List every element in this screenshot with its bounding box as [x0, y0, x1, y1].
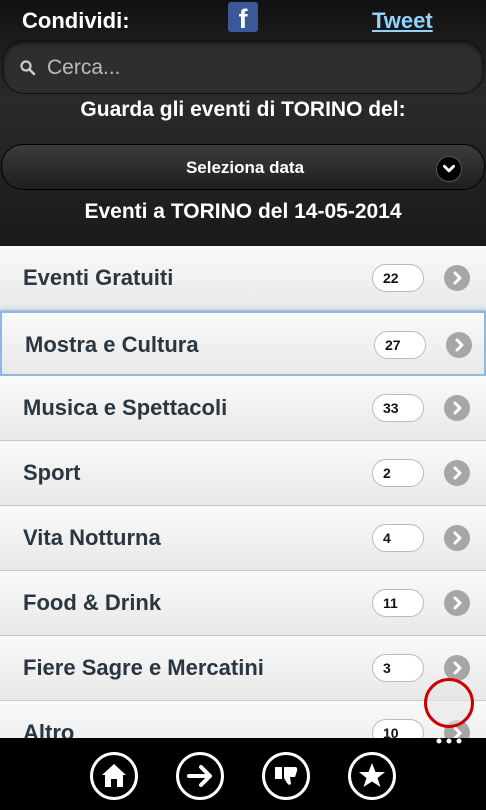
item-count: 4 [372, 524, 424, 552]
chevron-down-icon [436, 156, 462, 182]
item-count: 10 [372, 719, 424, 738]
list-item-musica-e-spettacoli[interactable]: Musica e Spettacoli 33 [0, 376, 486, 441]
facebook-icon[interactable]: f [228, 2, 258, 32]
guide-label: Guarda gli eventi di TORINO del: [80, 98, 406, 121]
forward-button[interactable] [176, 752, 224, 800]
search-input[interactable] [47, 53, 467, 83]
item-label: Food & Drink [23, 590, 162, 615]
chevron-right-icon [444, 590, 470, 616]
favorites-button[interactable] [348, 752, 396, 800]
chevron-right-icon [444, 460, 470, 486]
item-count: 3 [372, 654, 424, 682]
home-button[interactable] [90, 752, 138, 800]
list-item-vita-notturna[interactable]: Vita Notturna 4 [0, 506, 486, 571]
item-count: 2 [372, 459, 424, 487]
item-count: 22 [372, 264, 424, 292]
events-title: Eventi a TORINO del 14-05-2014 [84, 200, 402, 223]
search-icon [20, 60, 36, 76]
dislike-button[interactable] [262, 752, 310, 800]
category-list: Eventi Gratuiti 22 Mostra e Cultura 27 M… [0, 246, 486, 738]
tweet-link[interactable]: Tweet [372, 8, 433, 34]
item-label: Vita Notturna [23, 525, 161, 550]
item-count: 27 [374, 331, 426, 359]
touch-indicator [424, 678, 474, 728]
thumbs-down-icon [275, 767, 298, 785]
item-label: Fiere Sagre e Mercatini [23, 655, 264, 680]
arrow-right-icon [187, 765, 212, 787]
item-label: Mostra e Cultura [25, 332, 199, 357]
item-label: Eventi Gratuiti [23, 265, 174, 290]
list-item-mostra-e-cultura[interactable]: Mostra e Cultura 27 [0, 311, 486, 376]
list-item-altro[interactable]: Altro 10 [0, 701, 486, 738]
item-count: 11 [372, 589, 424, 617]
item-label: Sport [23, 460, 81, 485]
list-item-eventi-gratuiti[interactable]: Eventi Gratuiti 22 [0, 246, 486, 311]
list-item-sport[interactable]: Sport 2 [0, 441, 486, 506]
header: Condividi: f Tweet Guarda gli eventi di … [0, 0, 486, 246]
more-dots-icon[interactable] [434, 734, 464, 748]
list-item-fiere-sagre-e-mercatini[interactable]: Fiere Sagre e Mercatini 3 [0, 636, 486, 701]
date-select[interactable]: Seleziona data [1, 144, 485, 190]
list-item-food-and-drink[interactable]: Food & Drink 11 [0, 571, 486, 636]
home-icon [102, 764, 126, 787]
chevron-right-icon [446, 332, 472, 358]
item-count: 33 [372, 394, 424, 422]
chevron-right-icon [444, 395, 470, 421]
share-label: Condividi: [22, 8, 130, 33]
date-select-label: Seleziona data [185, 158, 305, 177]
search-box[interactable] [2, 40, 484, 94]
item-label: Altro [23, 720, 75, 738]
item-label: Musica e Spettacoli [23, 395, 228, 420]
star-icon [359, 763, 385, 787]
app-bar [0, 738, 486, 810]
chevron-right-icon [444, 265, 470, 291]
chevron-right-icon [444, 525, 470, 551]
share-row: Condividi: f Tweet [0, 0, 486, 40]
